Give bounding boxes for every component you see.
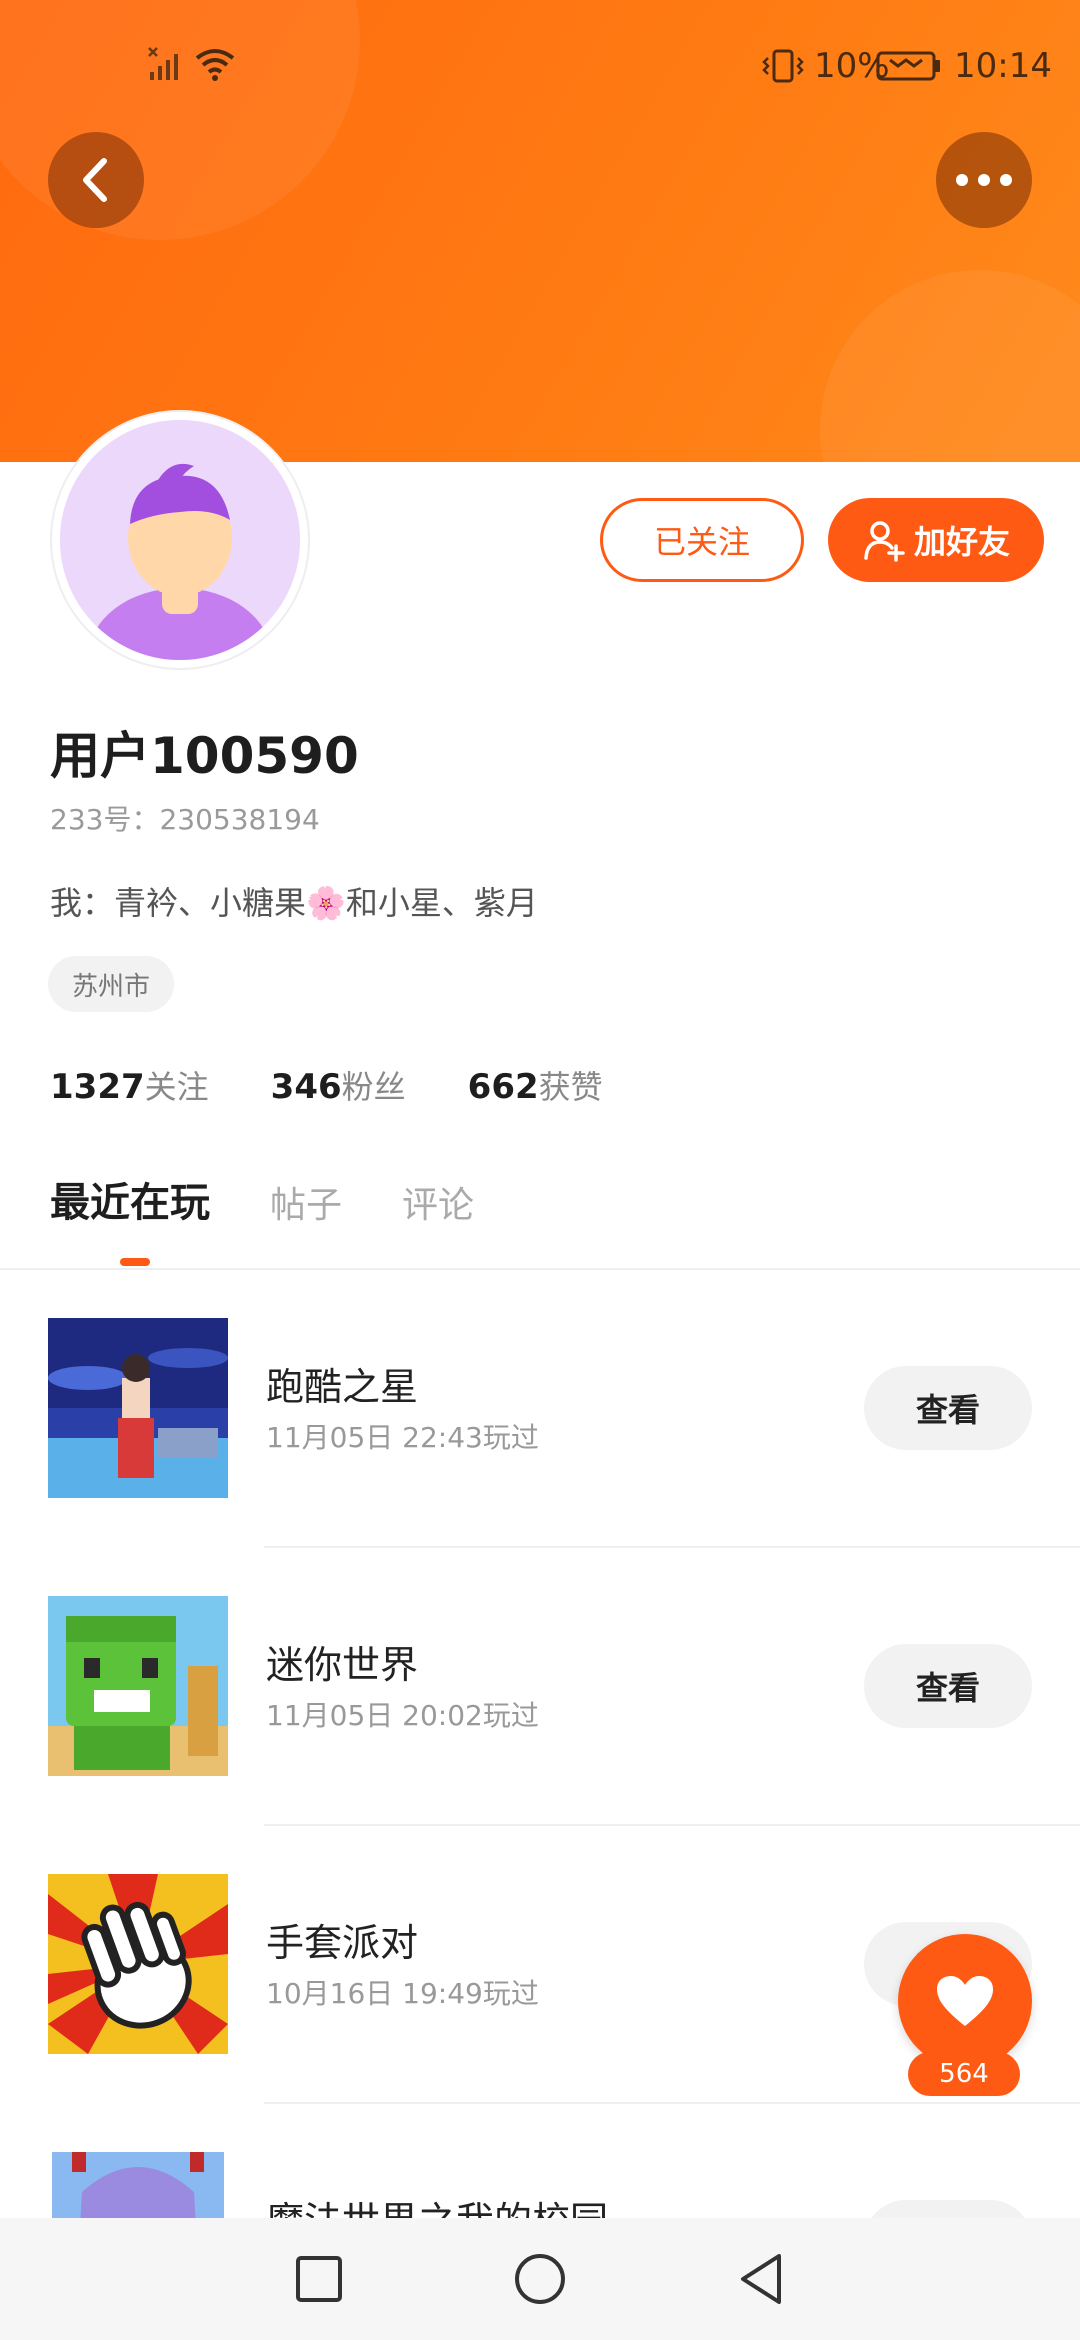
parkour-game-icon xyxy=(48,1318,228,1498)
stat-number: 1327 xyxy=(50,1067,145,1107)
stat-fans[interactable]: 346粉丝 xyxy=(271,1062,406,1108)
chevron-left-icon xyxy=(83,158,107,202)
signal-icon xyxy=(148,47,178,80)
profile-tabs: 最近在玩 帖子 评论 xyxy=(50,1170,474,1228)
glove-party-game-icon xyxy=(48,1874,228,2054)
tab-indicator xyxy=(120,1258,150,1266)
stat-number: 662 xyxy=(467,1067,539,1107)
username: 用户100590 xyxy=(50,727,359,785)
add-friend-label: 加好友 xyxy=(913,523,1010,561)
stat-label: 粉丝 xyxy=(341,1068,406,1106)
game-thumbnail xyxy=(48,1874,228,2054)
recent-apps-icon[interactable] xyxy=(295,2255,343,2303)
heart-icon xyxy=(937,1976,993,2026)
vibrate-icon xyxy=(762,49,804,83)
default-avatar-icon xyxy=(60,420,300,660)
tab-comments[interactable]: 评论 xyxy=(402,1176,474,1228)
status-bar: 10% 10:14 xyxy=(0,0,1080,130)
user-id: 233号：230538194 xyxy=(50,803,320,836)
clock: 10:14 xyxy=(954,46,1052,86)
stat-following[interactable]: 1327关注 xyxy=(50,1062,209,1108)
mini-world-game-icon xyxy=(48,1596,228,1776)
stat-label: 获赞 xyxy=(538,1068,603,1106)
stat-number: 346 xyxy=(270,1067,342,1107)
game-thumbnail xyxy=(48,1596,228,1776)
profile-stats: 1327关注 346粉丝 662获赞 xyxy=(50,1062,603,1108)
city-tag[interactable]: 苏州市 xyxy=(48,956,175,1012)
game-name: 跑酷之星 xyxy=(266,1365,419,1409)
avatar-image xyxy=(60,420,300,660)
add-user-icon xyxy=(864,521,905,562)
battery-icon xyxy=(876,51,940,81)
game-played-time: 11月05日 20:02玩过 xyxy=(266,1699,539,1732)
tab-posts[interactable]: 帖子 xyxy=(270,1176,342,1228)
stat-label: 关注 xyxy=(144,1068,209,1106)
game-played-time: 10月16日 19:49玩过 xyxy=(266,1977,539,2010)
game-thumbnail xyxy=(48,1318,228,1498)
list-item[interactable]: 跑酷之星 11月05日 22:43玩过 查看 xyxy=(0,1270,1080,1548)
wifi-icon xyxy=(195,49,235,81)
followed-button[interactable]: 已关注 xyxy=(600,498,804,582)
game-played-time: 11月05日 22:43玩过 xyxy=(266,1421,539,1454)
back-button[interactable] xyxy=(48,132,144,228)
signature: 我：青衿、小糖果🌸和小星、紫月 xyxy=(50,884,538,922)
game-name: 迷你世界 xyxy=(266,1643,419,1687)
stat-likes[interactable]: 662获赞 xyxy=(468,1062,603,1108)
avatar[interactable] xyxy=(52,412,308,668)
more-horizontal-icon xyxy=(956,174,1012,186)
view-button[interactable]: 查看 xyxy=(864,1366,1032,1450)
view-button[interactable]: 查看 xyxy=(864,1644,1032,1728)
list-item[interactable]: 迷你世界 11月05日 20:02玩过 查看 xyxy=(0,1548,1080,1826)
add-friend-button[interactable]: 加好友 xyxy=(828,498,1044,582)
system-nav-bar xyxy=(0,2218,1080,2340)
like-count: 564 xyxy=(908,2052,1020,2096)
more-button[interactable] xyxy=(936,132,1032,228)
banner-decoration xyxy=(820,270,1080,462)
like-button[interactable] xyxy=(898,1934,1032,2068)
home-icon[interactable] xyxy=(513,2252,567,2306)
back-nav-icon[interactable] xyxy=(737,2252,785,2306)
game-name: 手套派对 xyxy=(266,1921,419,1965)
tab-recent-playing[interactable]: 最近在玩 xyxy=(50,1170,210,1228)
